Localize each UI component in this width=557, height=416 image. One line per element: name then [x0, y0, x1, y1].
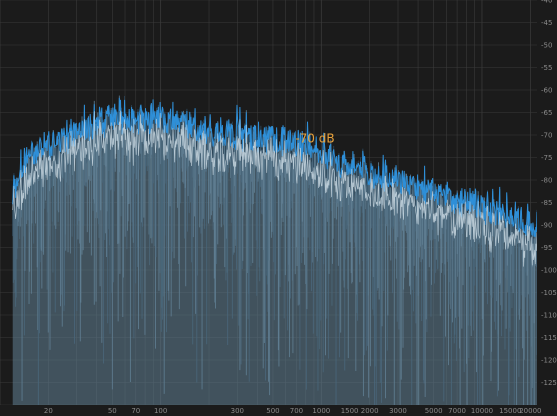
- level-annotation: -70 dB: [295, 132, 334, 146]
- x-tick-label: 100: [154, 407, 167, 415]
- y-tick-label: -100: [541, 267, 557, 275]
- y-axis-strip: [537, 0, 557, 416]
- x-tick-label: 5000: [425, 407, 443, 415]
- x-tick-label: 300: [231, 407, 244, 415]
- y-tick-label: -60: [541, 87, 552, 95]
- y-tick-label: -55: [541, 64, 552, 72]
- y-tick-label: -90: [541, 222, 552, 230]
- y-tick-label: -50: [541, 42, 552, 50]
- x-tick-label: 10000: [471, 407, 493, 415]
- x-tick-label: 3000: [389, 407, 407, 415]
- y-tick-label: -125: [541, 379, 557, 387]
- y-tick-label: -115: [541, 334, 557, 342]
- x-tick-label: 500: [266, 407, 279, 415]
- y-tick-label: -65: [541, 109, 552, 117]
- x-tick-label: 20: [44, 407, 53, 415]
- x-tick-label: 1500: [341, 407, 359, 415]
- y-tick-label: -110: [541, 312, 557, 320]
- x-tick-label: 20000: [519, 407, 541, 415]
- x-tick-label: 2000: [361, 407, 379, 415]
- y-tick-label: -70: [541, 132, 552, 140]
- x-tick-label: 15000: [499, 407, 521, 415]
- y-tick-label: -95: [541, 244, 552, 252]
- y-tick-label: -105: [541, 289, 557, 297]
- x-tick-label: 1000: [312, 407, 330, 415]
- x-tick-label: 7000: [448, 407, 466, 415]
- y-tick-label: -75: [541, 154, 552, 162]
- y-tick-label: -85: [541, 199, 552, 207]
- x-tick-label: 700: [290, 407, 303, 415]
- y-tick-label: -45: [541, 19, 552, 27]
- y-tick-label: -120: [541, 357, 557, 365]
- spectrum-analyzer-chart: -40 -45 -50 -55 -60 -65 -70 -75 -80 -85 -90 -95 -100…: [0, 0, 557, 416]
- x-tick-label: 70: [131, 407, 140, 415]
- y-tick-label: -40: [541, 0, 552, 5]
- y-tick-label: -80: [541, 177, 552, 185]
- x-tick-label: 50: [108, 407, 117, 415]
